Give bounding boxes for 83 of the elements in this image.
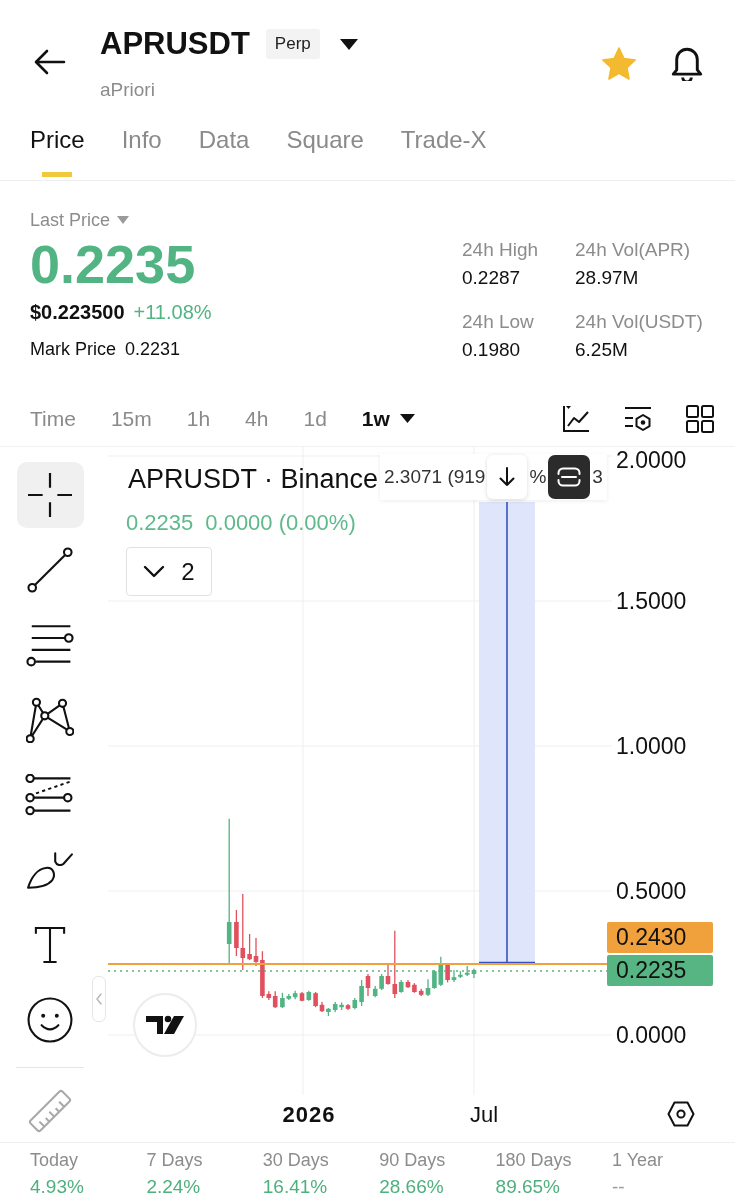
period-change: 28.66% xyxy=(379,1175,444,1199)
crosshair-icon xyxy=(28,473,72,517)
price-change: +11.08% xyxy=(133,300,212,325)
time-axis-label: Jul xyxy=(469,1102,499,1128)
interval-tab[interactable]: 1d xyxy=(303,404,327,433)
stat-value: 28.97M xyxy=(575,266,640,290)
measure-range[interactable] xyxy=(478,501,536,964)
interval-tab[interactable]: 4h xyxy=(245,404,269,433)
period-label: 1 Year xyxy=(611,1149,663,1171)
drawing-tool[interactable] xyxy=(16,462,84,528)
stat-label: 24h Low xyxy=(462,311,535,333)
stat-label: 24h High xyxy=(462,239,540,261)
market-badge: Perp xyxy=(265,29,320,59)
price-axis-label: 2.0000 xyxy=(616,447,687,473)
period-change: 89.65% xyxy=(495,1175,560,1199)
indicators-icon[interactable] xyxy=(624,404,652,433)
fullscreen-button[interactable] xyxy=(548,455,591,499)
chevron-down-icon xyxy=(143,565,166,578)
period-label: 90 Days xyxy=(379,1149,446,1171)
symbol-title: APRUSDT xyxy=(100,26,250,62)
line-chart-icon[interactable] xyxy=(562,404,590,433)
legend-price: 0.2235 xyxy=(126,509,194,537)
measure-value: 2.3071 (919 xyxy=(384,465,486,489)
interval-tab[interactable]: Time xyxy=(30,404,76,433)
caret-icon[interactable] xyxy=(339,38,358,50)
period-change: 16.41% xyxy=(262,1175,328,1199)
price-axis-label: 0.0000 xyxy=(616,1022,687,1048)
line-tool-icon xyxy=(27,547,73,593)
text-tool-icon xyxy=(34,926,66,964)
scroll-down-button[interactable] xyxy=(487,455,528,499)
stat-label: 24h Vol(APR) xyxy=(575,239,692,261)
stat-value: 6.25M xyxy=(575,338,629,362)
mark-price: 0.2231 xyxy=(125,338,181,361)
pattern-icon xyxy=(26,697,74,743)
tab[interactable]: Price xyxy=(30,110,85,180)
measure-fragment: 3 xyxy=(592,465,603,489)
price-axis-label: 1.0000 xyxy=(616,733,687,759)
period-label: 30 Days xyxy=(262,1149,329,1171)
tab[interactable]: Trade-X xyxy=(400,110,487,180)
tab[interactable]: Square xyxy=(286,110,364,180)
interval-tab[interactable]: 15m xyxy=(110,404,152,433)
brush-icon xyxy=(26,850,74,890)
chart-title: APRUSDT · Binance xyxy=(128,463,379,495)
time-axis-label: 2026 xyxy=(282,1102,336,1128)
tab[interactable]: Info xyxy=(121,110,162,180)
stat-label: 24h Vol(USDT) xyxy=(575,311,704,333)
period-change: 2.24% xyxy=(146,1175,201,1199)
last-price-label: Last Price xyxy=(30,209,111,231)
price-tag: 0.2235 xyxy=(607,955,713,986)
caret-icon[interactable] xyxy=(399,414,415,423)
price-tag: 0.2430 xyxy=(607,922,713,953)
grid-icon[interactable] xyxy=(686,404,714,433)
period-change: -- xyxy=(611,1175,625,1199)
usd-price: $0.223500 xyxy=(30,300,125,325)
interval-tab[interactable]: 1w xyxy=(361,404,415,433)
tab[interactable]: Data xyxy=(198,110,250,180)
parallel-lines-icon xyxy=(25,623,75,667)
indicators-toggle[interactable]: 2 xyxy=(126,547,212,596)
price-axis-label: 1.5000 xyxy=(616,588,687,614)
ruler-icon xyxy=(26,1087,74,1135)
period-change: 4.93% xyxy=(30,1175,84,1199)
down-arrow-icon xyxy=(499,467,516,487)
bell-icon[interactable] xyxy=(670,45,704,81)
logo-icon[interactable] xyxy=(133,993,197,1057)
settings-icon[interactable] xyxy=(667,1101,695,1127)
measure-percent: % xyxy=(529,465,547,489)
interval-tab[interactable]: 1h xyxy=(186,404,211,433)
period-label: Today xyxy=(30,1149,79,1171)
legend-change: 0.0000 (0.00%) xyxy=(205,509,356,537)
smiley-icon xyxy=(27,997,73,1043)
brackets-icon xyxy=(557,467,582,487)
stat-value: 0.2287 xyxy=(462,266,522,290)
price-axis-label: 0.5000 xyxy=(616,878,687,904)
asset-name: aPriori xyxy=(100,78,155,102)
fibonacci-icon xyxy=(25,774,75,816)
mark-price-label: Mark Price xyxy=(30,338,116,361)
last-price: 0.2235 xyxy=(30,235,196,293)
period-label: 7 Days xyxy=(146,1149,203,1171)
star-icon[interactable] xyxy=(602,46,636,80)
chevron-left-icon xyxy=(96,993,102,1005)
back-icon[interactable] xyxy=(34,49,66,75)
stat-value: 0.1980 xyxy=(462,338,522,362)
period-label: 180 Days xyxy=(495,1149,572,1171)
